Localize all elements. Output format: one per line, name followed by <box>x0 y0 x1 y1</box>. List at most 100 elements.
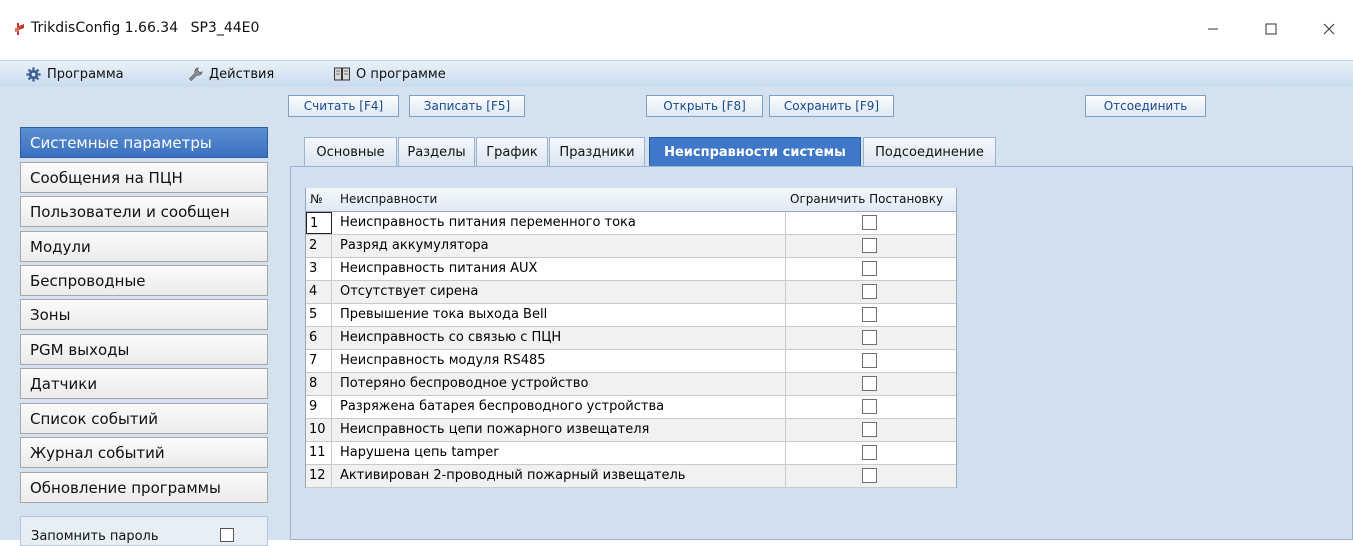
sidebar-item-cms-messages[interactable]: Сообщения на ПЦН <box>20 162 268 193</box>
restrict-arming-cell <box>786 442 956 464</box>
restrict-arming-checkbox[interactable] <box>862 238 877 253</box>
row-number: 9 <box>306 396 332 418</box>
row-number: 3 <box>306 258 332 280</box>
restrict-arming-checkbox[interactable] <box>862 330 877 345</box>
tab-holidays[interactable]: Праздники <box>549 137 645 166</box>
restrict-arming-checkbox[interactable] <box>862 468 877 483</box>
menu-about-label: О программе <box>356 66 446 82</box>
restrict-arming-checkbox[interactable] <box>862 399 877 414</box>
minimize-button[interactable] <box>1190 12 1236 48</box>
window-title: TrikdisConfig 1.66.34 SP3_44E0 <box>31 20 259 36</box>
wrench-icon <box>188 67 203 82</box>
restrict-arming-checkbox[interactable] <box>862 353 877 368</box>
table-row[interactable]: 12 Активирован 2-проводный пожарный извещ… <box>306 465 956 488</box>
book-icon <box>334 67 350 81</box>
sidebar-item-firmware-update[interactable]: Обновление программы <box>20 472 268 503</box>
restrict-arming-checkbox[interactable] <box>862 307 877 322</box>
sidebar-item-system-parameters[interactable]: Системные параметры <box>20 127 268 158</box>
row-number: 10 <box>306 419 332 441</box>
table-row[interactable]: 5 Превышение тока выхода Bell <box>306 304 956 327</box>
header-number: № <box>310 192 323 206</box>
table-row[interactable]: 6 Неисправность со связью с ПЦН <box>306 327 956 350</box>
close-button[interactable] <box>1306 12 1352 48</box>
restrict-arming-cell <box>786 212 956 234</box>
tab-general[interactable]: Основные <box>304 137 397 166</box>
restrict-arming-checkbox[interactable] <box>862 215 877 230</box>
menu-bar: Программа Действия О программе <box>0 60 1353 88</box>
header-fault: Неисправности <box>340 192 438 206</box>
row-number: 5 <box>306 304 332 326</box>
row-number: 12 <box>306 465 332 487</box>
minimize-icon <box>1207 23 1219 38</box>
table-row[interactable]: 8 Потеряно беспроводное устройство <box>306 373 956 396</box>
restrict-arming-checkbox[interactable] <box>862 261 877 276</box>
row-number: 4 <box>306 281 332 303</box>
menu-actions[interactable]: Действия <box>188 61 274 87</box>
fault-name: Неисправность питания переменного тока <box>332 212 786 234</box>
device-id: SP3_44E0 <box>190 20 260 36</box>
fault-name: Потеряно беспроводное устройство <box>332 373 786 395</box>
restrict-arming-cell <box>786 327 956 349</box>
row-number: 8 <box>306 373 332 395</box>
menu-about[interactable]: О программе <box>334 61 446 87</box>
tab-partitions[interactable]: Разделы <box>398 137 475 166</box>
menu-program[interactable]: Программа <box>26 61 124 87</box>
sidebar-item-sensors[interactable]: Датчики <box>20 368 268 399</box>
menu-program-label: Программа <box>47 66 124 82</box>
app-logo-icon <box>15 22 25 36</box>
row-number: 2 <box>306 235 332 257</box>
fault-name: Разряд аккумулятора <box>332 235 786 257</box>
fault-name: Неисправность модуля RS485 <box>332 350 786 372</box>
table-row[interactable]: 4 Отсутствует сирена <box>306 281 956 304</box>
restrict-arming-cell <box>786 396 956 418</box>
sidebar-item-event-list[interactable]: Список событий <box>20 403 268 434</box>
sidebar-item-zones[interactable]: Зоны <box>20 299 268 330</box>
menu-actions-label: Действия <box>209 66 275 82</box>
restrict-arming-checkbox[interactable] <box>862 284 877 299</box>
restrict-arming-cell <box>786 419 956 441</box>
restrict-arming-cell <box>786 304 956 326</box>
table-row[interactable]: 1 Неисправность питания переменного тока <box>306 212 956 235</box>
maximize-icon <box>1265 23 1277 38</box>
table-row[interactable]: 3 Неисправность питания AUX <box>306 258 956 281</box>
table-row[interactable]: 7 Неисправность модуля RS485 <box>306 350 956 373</box>
table-row[interactable]: 11 Нарушена цепь tamper <box>306 442 956 465</box>
disconnect-button[interactable]: Отсоединить <box>1085 95 1206 117</box>
tab-schedule[interactable]: График <box>476 137 548 166</box>
app-name: TrikdisConfig 1.66.34 <box>31 20 179 36</box>
sidebar-item-modules[interactable]: Модули <box>20 231 268 262</box>
faults-table: № Неисправности Ограничить Постановку 1Н… <box>305 188 957 488</box>
restrict-arming-checkbox[interactable] <box>862 445 877 460</box>
restrict-arming-cell <box>786 281 956 303</box>
table-row[interactable]: 10 Неисправность цепи пожарного извещател… <box>306 419 956 442</box>
save-button[interactable]: Сохранить [F9] <box>769 95 894 117</box>
fault-name: Активирован 2-проводный пожарный извещат… <box>332 465 786 487</box>
restrict-arming-checkbox[interactable] <box>862 376 877 391</box>
maximize-button[interactable] <box>1248 12 1294 48</box>
tab-system-faults[interactable]: Неисправности системы <box>649 137 861 166</box>
fault-name: Нарушена цепь tamper <box>332 442 786 464</box>
read-button[interactable]: Считать [F4] <box>288 95 399 117</box>
gear-icon <box>26 66 41 82</box>
table-row[interactable]: 9 Разряжена батарея беспроводного устройс… <box>306 396 956 419</box>
sidebar-item-wireless[interactable]: Беспроводные <box>20 265 268 296</box>
fault-name: Разряжена батарея беспроводного устройст… <box>332 396 786 418</box>
fault-name: Неисправность со связью с ПЦН <box>332 327 786 349</box>
close-icon <box>1323 23 1335 38</box>
fault-name: Неисправность цепи пожарного извещателя <box>332 419 786 441</box>
sidebar-item-event-log[interactable]: Журнал событий <box>20 437 268 468</box>
write-button[interactable]: Записать [F5] <box>409 95 525 117</box>
fault-name: Превышение тока выхода Bell <box>332 304 786 326</box>
open-button[interactable]: Открыть [F8] <box>646 95 763 117</box>
remember-password-label: Запомнить пароль <box>31 529 159 544</box>
sidebar-item-users[interactable]: Пользователи и сообщен <box>20 196 268 227</box>
tab-connection[interactable]: Подсоединение <box>863 137 996 166</box>
restrict-arming-cell <box>786 373 956 395</box>
restrict-arming-checkbox[interactable] <box>862 422 877 437</box>
header-restrict-arming: Ограничить Постановку <box>790 192 944 206</box>
sidebar-item-pgm-outputs[interactable]: PGM выходы <box>20 334 268 365</box>
title-bar: TrikdisConfig 1.66.34 SP3_44E0 <box>0 0 1353 60</box>
row-number: 6 <box>306 327 332 349</box>
table-body: 1 Неисправность питания переменного тока 2… <box>306 212 956 488</box>
table-row[interactable]: 2 Разряд аккумулятора <box>306 235 956 258</box>
